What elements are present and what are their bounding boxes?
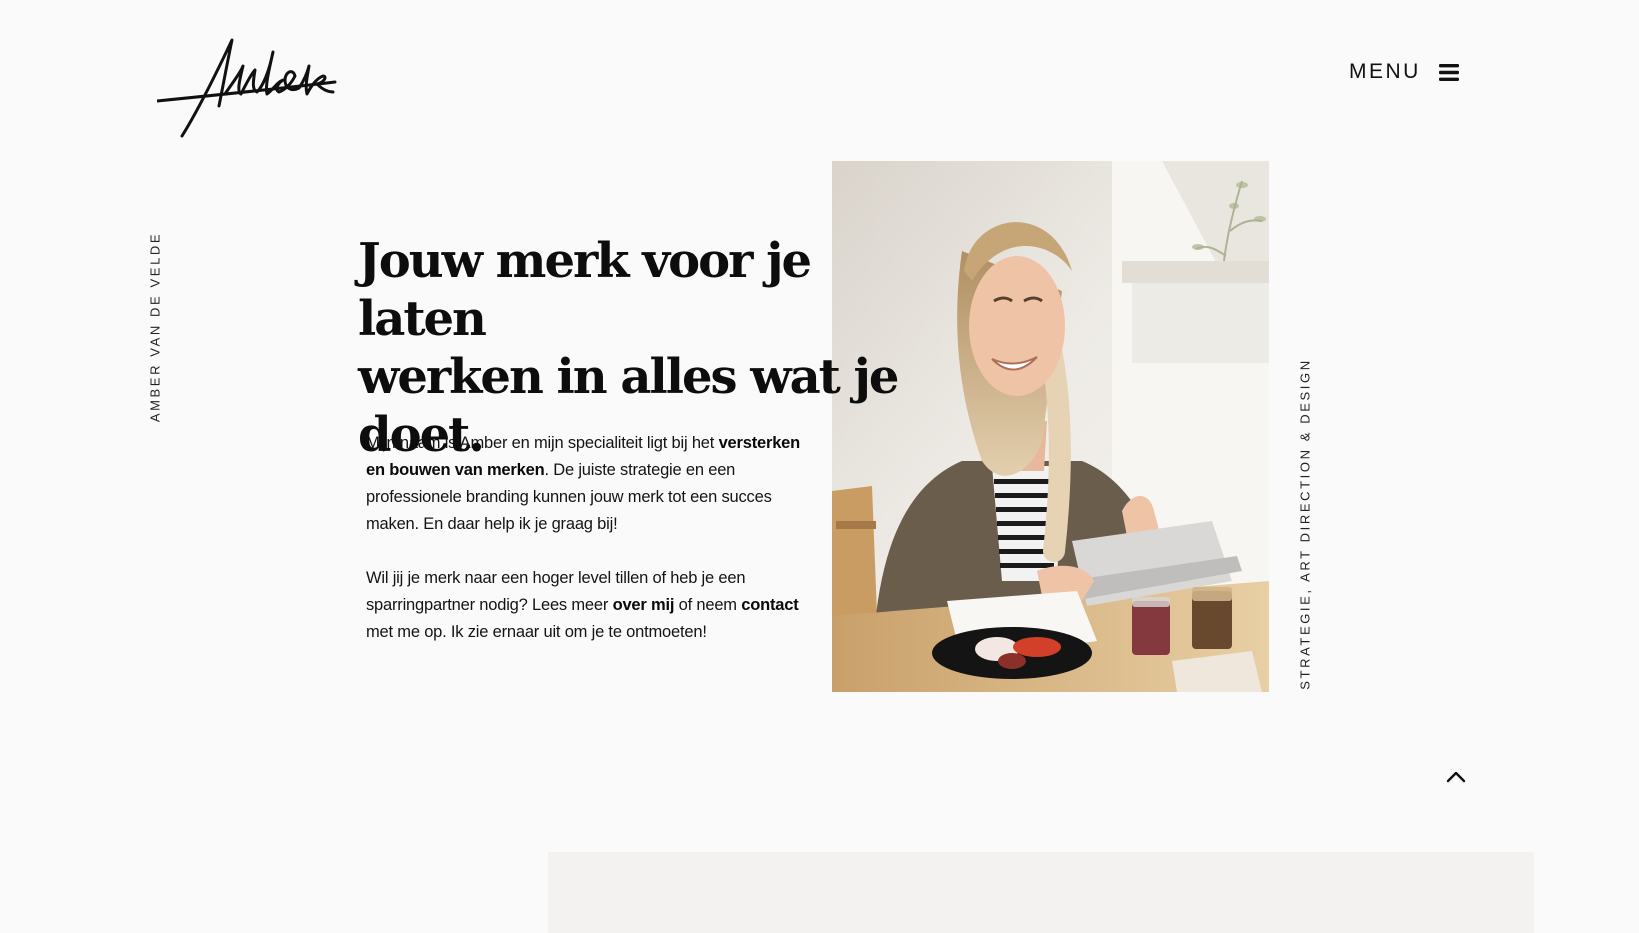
menu-button[interactable]: MENU bbox=[1349, 60, 1459, 84]
signature-logo-icon bbox=[157, 38, 337, 138]
intro-p2-text-2: of neem bbox=[674, 596, 742, 614]
contact-link[interactable]: contact bbox=[741, 596, 798, 614]
hero-intro: Mijn naam is Amber en mijn specialiteit … bbox=[366, 430, 806, 673]
side-label-services: STRATEGIE, ART DIRECTION & DESIGN bbox=[1294, 355, 1316, 693]
next-section-panel bbox=[548, 852, 1534, 933]
chevron-up-icon bbox=[1446, 771, 1466, 783]
menu-label: MENU bbox=[1349, 60, 1421, 83]
logo[interactable] bbox=[157, 34, 339, 142]
intro-paragraph-2: Wil jij je merk naar een hoger level til… bbox=[366, 565, 806, 646]
side-label-name: AMBER VAN DE VELDE bbox=[144, 230, 166, 424]
hamburger-icon bbox=[1438, 63, 1459, 81]
side-label-name-text: AMBER VAN DE VELDE bbox=[147, 231, 163, 423]
about-me-link[interactable]: over mij bbox=[613, 596, 675, 614]
hero-headline: Jouw merk voor je laten werken in alles … bbox=[358, 232, 918, 464]
headline-line-2: werken in alles wat je bbox=[358, 349, 899, 405]
side-label-services-text: STRATEGIE, ART DIRECTION & DESIGN bbox=[1297, 358, 1313, 690]
headline-line-3: doet. bbox=[358, 407, 485, 463]
back-to-top-button[interactable] bbox=[1443, 766, 1469, 788]
headline-line-1: Jouw merk voor je laten bbox=[358, 233, 812, 347]
intro-p2-text-3: met me op. Ik zie ernaar uit om je te on… bbox=[366, 623, 707, 641]
